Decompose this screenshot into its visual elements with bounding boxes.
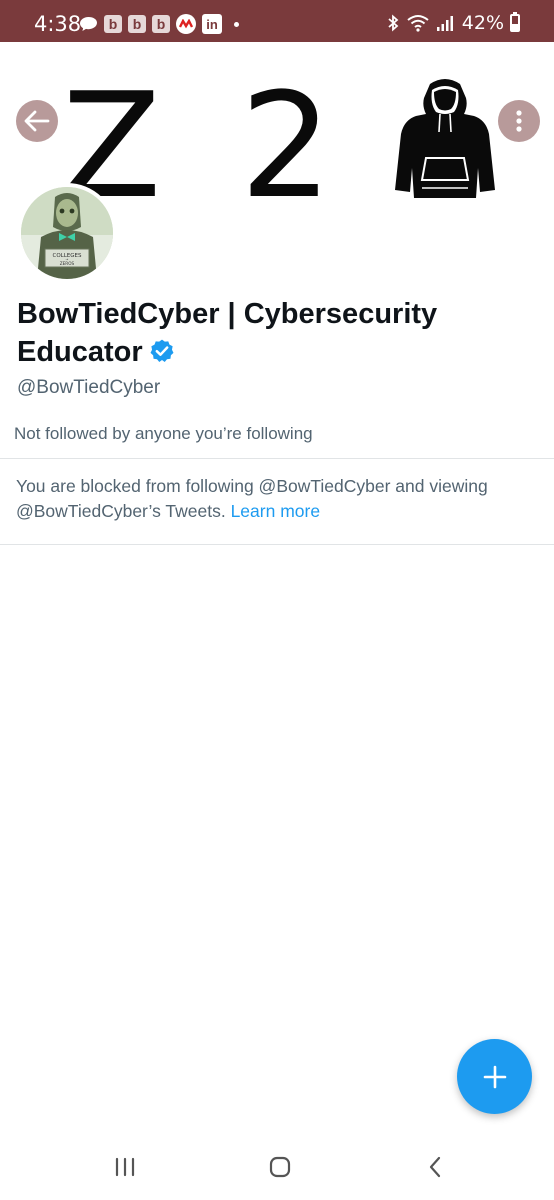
back-arrow-icon [24,110,50,132]
battery-icon [510,12,520,32]
notification-icons: b b b in [79,14,239,34]
hoodie-icon [395,79,495,198]
home-icon [269,1156,291,1178]
back-chevron-icon [429,1156,441,1178]
system-navigation-bar [0,1132,554,1200]
profile-display-name: BowTiedCyber | Cybersecurity Educator [17,295,537,371]
home-button[interactable] [260,1152,300,1182]
blocked-notice: You are blocked from following @BowTiedC… [16,474,541,524]
learn-more-link[interactable]: Learn more [231,501,321,521]
system-icons: 42% [386,12,520,34]
display-name-text: BowTiedCyber | Cybersecurity Educator [17,298,438,368]
recents-button[interactable] [105,1152,145,1182]
nav-back-button[interactable] [415,1152,455,1182]
chat-bubble-icon [80,17,97,31]
recents-icon [115,1157,135,1177]
back-button[interactable] [16,100,58,142]
banner-number-2: 2 [240,62,333,231]
battery-percent: 42% [461,12,504,34]
wifi-icon [407,15,429,32]
divider [0,458,554,459]
compose-tweet-button[interactable] [457,1039,532,1114]
avatar[interactable]: COLLEGES → ZEROS [17,183,117,283]
b-app-icon: b [128,15,146,33]
avatar-sign-line-2: ZEROS [60,261,75,266]
plus-icon [483,1065,506,1088]
bluetooth-icon [388,14,399,32]
b-app-icon: b [104,15,122,33]
dot-icon [234,21,239,27]
status-bar: 4:38 b b b in 42% [0,0,554,42]
more-vertical-icon [516,110,522,132]
linkedin-icon: in [202,14,222,34]
divider [0,544,554,545]
red-app-icon [176,14,196,34]
status-time: 4:38 [34,12,82,36]
b-app-icon: b [152,15,170,33]
profile-handle: @BowTiedCyber [17,377,161,398]
verified-badge-icon[interactable] [149,338,175,364]
avatar-image: COLLEGES → ZEROS [21,187,113,279]
more-options-button[interactable] [498,100,540,142]
followers-you-know-note: Not followed by anyone you’re following [14,424,313,443]
signal-icon [436,16,453,31]
